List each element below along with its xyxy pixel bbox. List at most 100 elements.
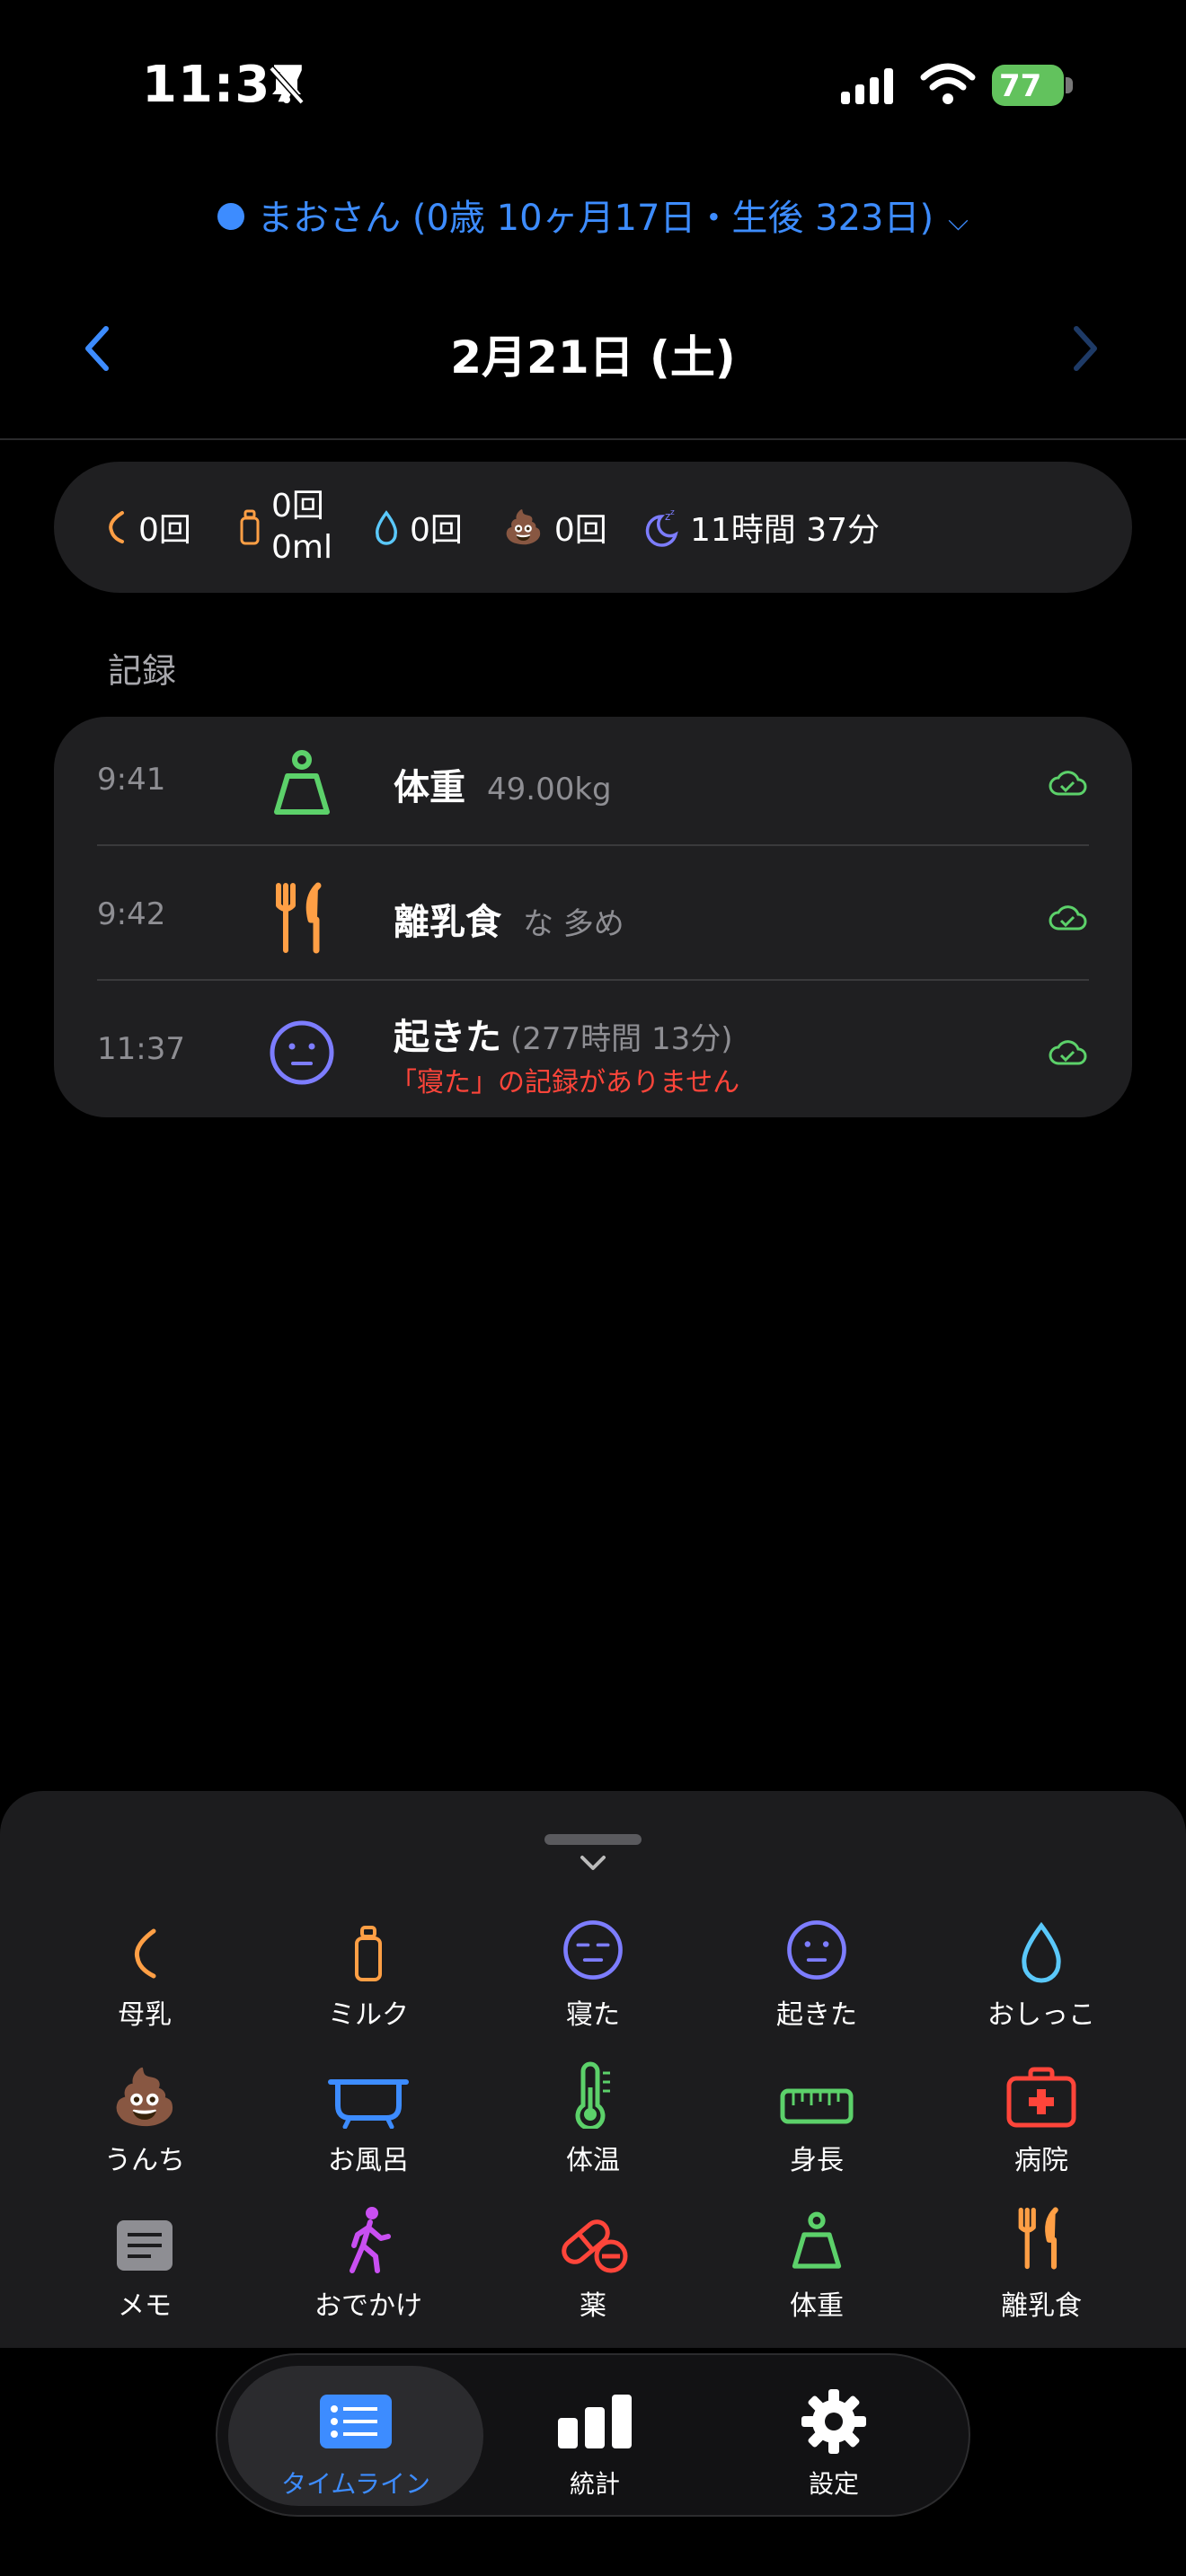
quick-label: 薬 bbox=[580, 2290, 606, 2322]
record-title-text: 離乳食 bbox=[394, 902, 501, 943]
tab-timeline[interactable]: タイムライン bbox=[228, 2366, 483, 2506]
date-title[interactable]: 2月21日 (土) bbox=[0, 322, 1186, 386]
summary-pee: 0回 bbox=[374, 462, 463, 593]
fork-knife-icon bbox=[276, 882, 322, 954]
quick-medicine-button[interactable]: 薬 bbox=[521, 2193, 665, 2323]
battery-percent: 77 bbox=[999, 68, 1042, 104]
record-time: 9:41 bbox=[97, 762, 166, 798]
cloud-check-icon bbox=[1049, 1040, 1087, 1065]
quick-memo-button[interactable]: メモ bbox=[73, 2193, 217, 2323]
quick-label: うんち bbox=[104, 2145, 185, 2176]
quick-label: ミルク bbox=[328, 1999, 409, 2031]
profile-selector[interactable]: まおさん (0歳 10ヶ月17日・生後 323日) ⌵ bbox=[0, 189, 1186, 241]
next-day-button[interactable] bbox=[1067, 322, 1103, 375]
record-row[interactable]: 9:41 体重 49.00kg bbox=[54, 717, 1132, 851]
quick-label: 体温 bbox=[566, 2145, 620, 2176]
record-title-text: 起きた bbox=[394, 1017, 501, 1058]
bottle-icon bbox=[355, 1926, 382, 1981]
weight-scale-icon bbox=[274, 750, 330, 815]
bathtub-icon bbox=[328, 2079, 409, 2129]
quick-label: 離乳食 bbox=[1001, 2290, 1082, 2322]
record-detail: 49.00kg bbox=[487, 772, 612, 807]
awake-face-icon bbox=[270, 1020, 334, 1085]
drop-icon bbox=[1022, 1921, 1061, 1983]
medkit-icon bbox=[1006, 2067, 1076, 2128]
record-row[interactable]: 11:37 起きた (277時間 13分) 「寝た」の記録がありません bbox=[54, 986, 1132, 1117]
summary-breast-value: 0回 bbox=[138, 512, 191, 549]
quick-wake-button[interactable]: 起きた bbox=[745, 1902, 889, 2032]
cellular-signal-icon bbox=[841, 68, 893, 104]
summary-poop: 💩 0回 bbox=[503, 462, 607, 593]
record-detail: な 多め bbox=[523, 906, 624, 942]
quick-label: お風呂 bbox=[328, 2145, 409, 2176]
ruler-icon bbox=[780, 2088, 854, 2124]
sheet-drag-handle[interactable] bbox=[544, 1834, 642, 1845]
weight-scale-icon bbox=[792, 2211, 842, 2269]
summary-pee-value: 0回 bbox=[410, 512, 463, 549]
quick-label: 母乳 bbox=[118, 1999, 172, 2031]
record-detail: (277時間 13分) bbox=[510, 1021, 733, 1057]
timeline-icon bbox=[320, 2395, 392, 2448]
bottle-icon bbox=[239, 509, 261, 545]
moon-sleep-icon: zz bbox=[643, 507, 679, 547]
thermometer-icon bbox=[575, 2061, 610, 2129]
tab-label: 統計 bbox=[569, 2469, 620, 2499]
record-title-text: 体重 bbox=[394, 767, 465, 808]
cloud-check-icon bbox=[1049, 771, 1087, 796]
quick-label: 病院 bbox=[1014, 2145, 1068, 2176]
header-divider bbox=[0, 438, 1186, 440]
drop-icon bbox=[374, 509, 399, 545]
quick-hospital-button[interactable]: 病院 bbox=[969, 2048, 1113, 2177]
record-row[interactable]: 9:42 離乳食な 多め bbox=[54, 851, 1132, 986]
quick-height-button[interactable]: 身長 bbox=[745, 2048, 889, 2177]
quick-pee-button[interactable]: おしっこ bbox=[969, 1902, 1113, 2032]
memo-icon bbox=[117, 2220, 173, 2271]
walking-icon bbox=[350, 2207, 391, 2273]
records-list: 9:41 体重 49.00kg 9:42 離乳食な 多め 11:37 起きた (… bbox=[54, 717, 1132, 1117]
tab-settings[interactable]: 設定 bbox=[706, 2366, 961, 2506]
record-title: 体重 49.00kg bbox=[394, 758, 612, 810]
summary-breast: 0回 bbox=[104, 462, 191, 593]
quick-milk-button[interactable]: ミルク bbox=[296, 1902, 440, 2032]
row-divider bbox=[97, 979, 1089, 981]
stats-icon bbox=[558, 2395, 632, 2448]
collapse-sheet-chevron-icon[interactable] bbox=[575, 1850, 611, 1877]
records-section-title: 記録 bbox=[108, 651, 177, 691]
breast-icon bbox=[134, 1928, 156, 1979]
quick-label: おでかけ bbox=[314, 2290, 422, 2322]
tab-bar: タイムライン 統計 設定 bbox=[216, 2353, 970, 2517]
quick-outing-button[interactable]: おでかけ bbox=[296, 2193, 440, 2323]
quick-bath-button[interactable]: お風呂 bbox=[296, 2048, 440, 2177]
battery-indicator: 77 bbox=[992, 65, 1073, 106]
quick-label: 寝た bbox=[566, 1999, 620, 2031]
poop-icon: 💩 bbox=[503, 509, 544, 546]
quick-label: 身長 bbox=[790, 2145, 844, 2176]
row-divider bbox=[97, 844, 1089, 846]
svg-text:z: z bbox=[670, 508, 675, 517]
tab-stats[interactable]: 統計 bbox=[467, 2366, 722, 2506]
quick-temperature-button[interactable]: 体温 bbox=[521, 2048, 665, 2177]
chevron-down-icon: ⌵ bbox=[948, 206, 969, 237]
quick-label: メモ bbox=[118, 2290, 172, 2322]
summary-milk-count: 0回 bbox=[271, 488, 324, 525]
profile-color-dot bbox=[217, 203, 245, 230]
quick-sleep-button[interactable]: 寝た bbox=[521, 1902, 665, 2032]
tab-label: タイムライン bbox=[280, 2469, 431, 2499]
quick-label: おしっこ bbox=[987, 1999, 1095, 2031]
record-time: 9:42 bbox=[97, 896, 166, 932]
quick-label: 体重 bbox=[790, 2290, 844, 2322]
summary-sleep-value: 11時間 37分 bbox=[690, 512, 881, 549]
breast-icon bbox=[104, 509, 128, 545]
quick-weight-button[interactable]: 体重 bbox=[745, 2193, 889, 2323]
summary-poop-value: 0回 bbox=[553, 512, 607, 549]
record-time: 11:37 bbox=[97, 1031, 185, 1067]
daily-summary-bar: 0回 0回 0ml 0回 💩 0回 zz 11時間 37分 bbox=[54, 462, 1132, 593]
tab-label: 設定 bbox=[808, 2469, 859, 2499]
quick-breast-button[interactable]: 母乳 bbox=[73, 1902, 217, 2032]
summary-sleep: zz 11時間 37分 bbox=[643, 462, 880, 593]
summary-milk-volume: 0ml bbox=[271, 529, 332, 566]
quick-poop-button[interactable]: 💩 うんち bbox=[73, 2048, 217, 2177]
record-title: 離乳食な 多め bbox=[394, 893, 624, 945]
quick-babyfood-button[interactable]: 離乳食 bbox=[969, 2193, 1113, 2323]
poop-icon: 💩 bbox=[111, 2066, 179, 2129]
